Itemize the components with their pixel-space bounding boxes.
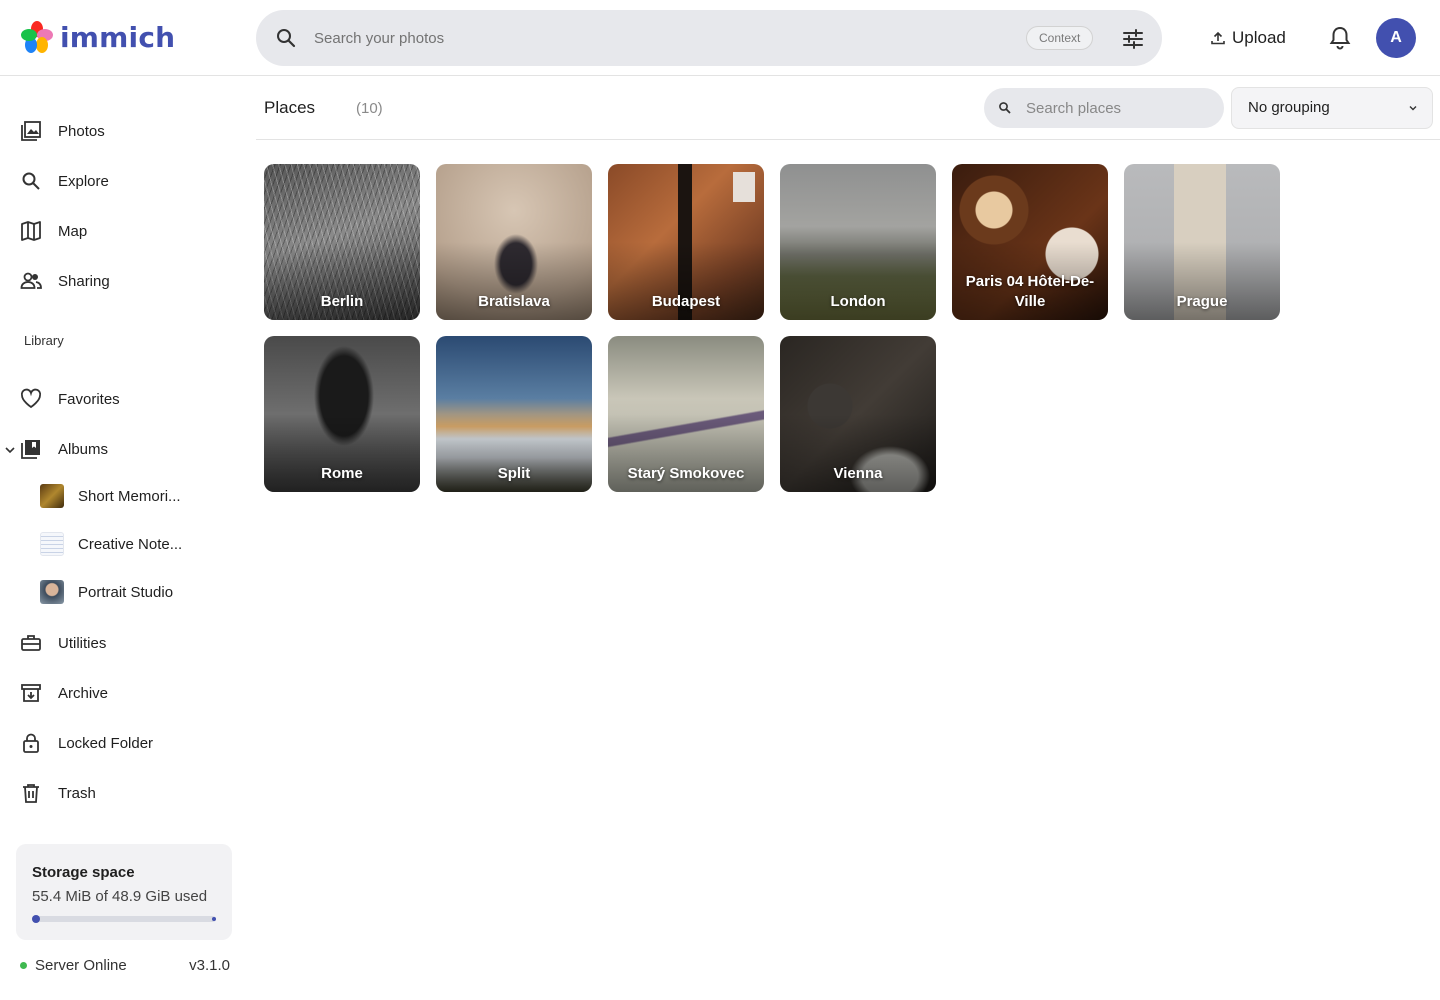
online-status-dot [20, 962, 27, 969]
filter-options-icon[interactable] [1120, 26, 1146, 52]
album-label: Portrait Studio [78, 583, 174, 601]
lock-icon [23, 733, 39, 753]
grouping-select[interactable]: No grouping [1231, 87, 1433, 129]
sidebar: Photos Explore Map Sharing Library Favor… [0, 77, 248, 1000]
storage-progress-fill [32, 915, 40, 923]
search-input[interactable] [314, 20, 1014, 56]
place-tile-stary-smokovec[interactable]: Starý Smokovec [608, 336, 764, 492]
place-name: Split [497, 465, 531, 482]
sidebar-item-label: Utilities [58, 634, 107, 652]
place-tile-budapest[interactable]: Budapest [608, 164, 764, 320]
place-name: Budapest [651, 293, 721, 310]
place-tile-split[interactable]: Split [436, 336, 592, 492]
server-status: Server Online v3.1.0 [20, 957, 230, 974]
album-label: Short Memori... [78, 487, 181, 505]
library-section-label: Library [24, 333, 64, 348]
search-icon [22, 172, 40, 190]
place-tile-paris[interactable]: Paris 04 Hôtel-De-Ville [952, 164, 1108, 320]
sidebar-item-label: Albums [58, 440, 109, 458]
place-name: Bratislava [478, 293, 550, 310]
toolbox-icon [21, 635, 41, 651]
sidebar-item-explore[interactable]: Explore [20, 161, 240, 201]
sidebar-item-label: Sharing [58, 272, 110, 290]
people-icon [20, 272, 42, 289]
place-tile-vienna[interactable]: Vienna [780, 336, 936, 492]
grouping-value: No grouping [1248, 99, 1330, 116]
sidebar-item-photos[interactable]: Photos [20, 111, 240, 151]
sidebar-item-label: Trash [58, 784, 96, 802]
storage-progress-bar [32, 915, 216, 923]
album-item-portrait-studio[interactable]: Portrait Studio [40, 574, 173, 610]
user-avatar[interactable]: A [1376, 18, 1416, 58]
places-count: (10) [356, 100, 383, 117]
album-item-creative-notes[interactable]: Creative Note... [40, 526, 182, 562]
search-icon [999, 102, 1011, 114]
places-search-input[interactable] [1026, 96, 1206, 120]
sidebar-item-map[interactable]: Map [20, 211, 240, 251]
server-version: v3.1.0 [189, 957, 230, 974]
storage-progress-end [212, 917, 216, 921]
place-name: London [830, 293, 886, 310]
sidebar-item-sharing[interactable]: Sharing [20, 261, 240, 301]
places-search-box[interactable] [984, 88, 1224, 128]
context-toggle[interactable]: Context [1026, 26, 1094, 50]
app-logo[interactable]: immich [20, 20, 175, 54]
places-toolbar: Places (10) No grouping [256, 77, 1440, 140]
place-name: Rome [321, 465, 363, 482]
storage-used-text: 55.4 MiB of 48.9 GiB used [32, 888, 208, 905]
sidebar-item-archive[interactable]: Archive [20, 673, 240, 713]
notifications-bell-icon[interactable] [1326, 24, 1354, 52]
place-tile-bratislava[interactable]: Bratislava [436, 164, 592, 320]
sidebar-item-label: Map [58, 222, 88, 240]
place-tile-prague[interactable]: Prague [1124, 164, 1280, 320]
app-name: immich [60, 20, 176, 54]
page-title: Places [264, 98, 316, 117]
upload-button[interactable]: Upload [1210, 22, 1286, 54]
sidebar-item-favorites[interactable]: Favorites [20, 379, 240, 419]
place-name: Paris 04 Hôtel-De-Ville [965, 273, 1095, 310]
place-name: Vienna [833, 465, 883, 482]
chevron-down-icon[interactable] [4, 444, 16, 456]
album-label: Creative Note... [78, 535, 183, 553]
album-icon [21, 440, 40, 459]
place-tile-rome[interactable]: Rome [264, 336, 420, 492]
top-bar: immich Context Upload A [0, 0, 1440, 76]
upload-icon [1211, 31, 1225, 45]
chevron-down-icon [1409, 106, 1417, 111]
storage-title: Storage space [32, 864, 135, 881]
search-icon [277, 29, 296, 48]
sidebar-item-label: Archive [58, 684, 109, 702]
sidebar-item-trash[interactable]: Trash [20, 773, 240, 813]
album-thumbnail [40, 484, 64, 508]
sidebar-item-label: Photos [58, 122, 105, 140]
album-thumbnail [40, 580, 64, 604]
immich-logo-icon [21, 21, 53, 53]
sidebar-item-albums[interactable]: Albums [20, 429, 240, 469]
place-tile-berlin[interactable]: Berlin [264, 164, 420, 320]
sidebar-item-label: Locked Folder [58, 734, 154, 752]
server-status-text: Server Online [35, 957, 127, 974]
heart-icon [20, 388, 42, 409]
place-name: Berlin [320, 293, 364, 310]
photos-icon [21, 121, 41, 141]
storage-panel: Storage space 55.4 MiB of 48.9 GiB used [16, 844, 232, 940]
sidebar-item-locked-folder[interactable]: Locked Folder [20, 723, 240, 763]
sidebar-item-label: Favorites [58, 390, 120, 408]
upload-label: Upload [1232, 28, 1286, 47]
map-icon [21, 221, 41, 241]
sidebar-item-label: Explore [58, 172, 109, 190]
place-name: Prague [1176, 293, 1228, 310]
search-bar[interactable]: Context [256, 10, 1162, 66]
archive-icon [21, 684, 41, 702]
sidebar-item-utilities[interactable]: Utilities [20, 623, 240, 663]
place-name: Starý Smokovec [627, 465, 745, 482]
album-thumbnail [40, 532, 64, 556]
place-tile-london[interactable]: London [780, 164, 936, 320]
trash-icon [23, 784, 39, 803]
album-item-short-memories[interactable]: Short Memori... [40, 478, 181, 514]
